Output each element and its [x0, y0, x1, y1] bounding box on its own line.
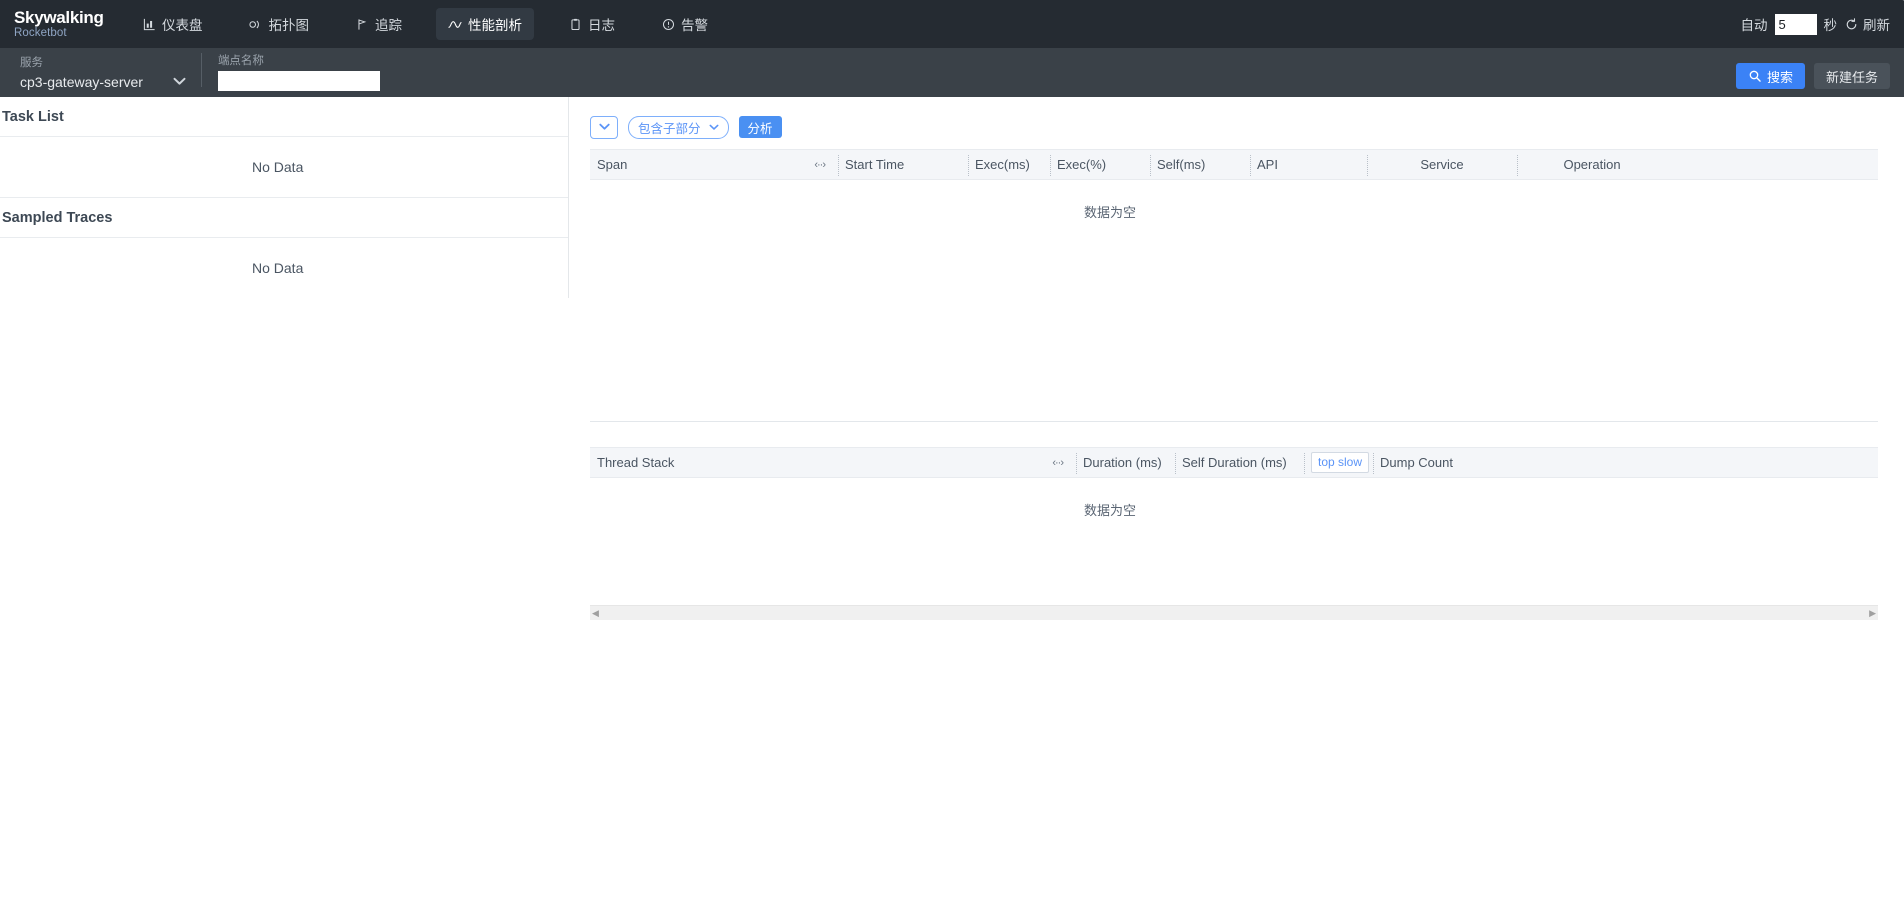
- endpoint-name-field: 端点名称: [217, 51, 396, 91]
- thread-stack-col-self-duration[interactable]: Self Duration (ms): [1175, 448, 1304, 477]
- span-table-col-exec-ms[interactable]: Exec(ms): [968, 150, 1050, 179]
- nav-label-logs: 日志: [588, 18, 615, 33]
- nav-item-logs[interactable]: 日志: [556, 8, 627, 40]
- nav-item-trace[interactable]: 追踪: [343, 8, 414, 40]
- span-table-col-api[interactable]: API: [1250, 150, 1367, 179]
- span-table-col-service[interactable]: Service: [1367, 150, 1517, 179]
- span-table: Span ‹··› Start Time Exec(ms) Exec(%) Se…: [590, 149, 1878, 421]
- chevron-down-icon: [598, 118, 610, 136]
- thread-stack-table-empty: 数据为空: [1083, 503, 1136, 518]
- span-table-empty: 数据为空: [1083, 205, 1136, 220]
- col-label-dump-count: Dump Count: [1380, 455, 1453, 470]
- top-slow-button[interactable]: top slow: [1311, 452, 1370, 473]
- nav-label-trace: 追踪: [375, 18, 402, 33]
- service-value: cp3-gateway-server: [20, 73, 143, 90]
- analysis-toolbar: 包含子部分 分析: [590, 97, 1878, 149]
- sampled-traces-title: Sampled Traces: [0, 198, 569, 238]
- chevron-down-icon: [709, 120, 719, 134]
- nav-item-topology[interactable]: 拓扑图: [237, 8, 322, 40]
- col-label-exec-pct: Exec(%): [1057, 157, 1107, 172]
- chevron-down-icon: [173, 73, 186, 91]
- thread-stack-table: Thread Stack ‹··› Duration (ms) Self Dur…: [590, 447, 1878, 598]
- filter-bar: 服务 cp3-gateway-server 端点名称 搜索 新建任务: [0, 48, 1904, 97]
- task-list-empty: No Data: [0, 137, 569, 198]
- service-selector[interactable]: 服务 cp3-gateway-server: [20, 51, 202, 91]
- logo-title: Skywalking: [14, 7, 104, 27]
- nav-item-alarm[interactable]: 告警: [649, 8, 720, 40]
- logo-subtitle: Rocketbot: [14, 26, 67, 39]
- thread-stack-table-body: 数据为空: [590, 478, 1878, 598]
- scroll-right-arrow-icon[interactable]: ▶: [1869, 608, 1876, 618]
- span-table-body: 数据为空: [590, 180, 1878, 421]
- sampled-traces-empty: No Data: [252, 259, 304, 276]
- service-label: 服务: [20, 57, 43, 70]
- span-table-col-self-ms[interactable]: Self(ms): [1150, 150, 1250, 179]
- auto-refresh-label: 自动: [1740, 18, 1768, 33]
- nav-label-alarm: 告警: [681, 18, 708, 33]
- filter-actions: 搜索 新建任务: [1735, 63, 1890, 89]
- span-table-col-span[interactable]: Span ‹··›: [590, 150, 838, 179]
- thread-stack-table-header: Thread Stack ‹··› Duration (ms) Self Dur…: [590, 447, 1878, 478]
- col-label-service: Service: [1420, 157, 1464, 172]
- col-label-duration: Duration (ms): [1083, 455, 1162, 470]
- nav-item-profile[interactable]: 性能剖析: [436, 8, 534, 40]
- analyze-button[interactable]: 分析: [738, 116, 782, 138]
- scroll-left-arrow-icon[interactable]: ◀: [592, 608, 599, 618]
- endpoint-name-input[interactable]: [217, 71, 380, 91]
- scope-select-value: 包含子部分: [638, 121, 701, 136]
- new-task-button[interactable]: 新建任务: [1813, 63, 1890, 89]
- col-label-thread-stack: Thread Stack: [597, 455, 675, 470]
- thread-stack-col-top-slow: top slow: [1304, 448, 1373, 477]
- refresh-circle-icon: [1844, 17, 1858, 31]
- clipboard-icon: [568, 17, 582, 31]
- thread-stack-col-dump-count[interactable]: Dump Count: [1373, 448, 1479, 477]
- span-table-col-exec-pct[interactable]: Exec(%): [1050, 150, 1150, 179]
- col-label-operation: Operation: [1563, 157, 1621, 172]
- col-label-self-ms: Self(ms): [1157, 157, 1206, 172]
- column-resize-handle[interactable]: ‹··›: [1052, 457, 1069, 469]
- column-resize-handle[interactable]: ‹··›: [814, 159, 831, 171]
- refresh-label: 刷新: [1863, 18, 1890, 33]
- alarm-bell-icon: [661, 17, 675, 31]
- span-table-col-start-time[interactable]: Start Time: [838, 150, 968, 179]
- endpoint-name-label: 端点名称: [217, 55, 264, 68]
- range-select[interactable]: [590, 115, 618, 139]
- section-divider: [590, 421, 1878, 422]
- search-button[interactable]: 搜索: [1735, 63, 1805, 89]
- trending-line-icon: [448, 17, 462, 31]
- thread-stack-col-duration[interactable]: Duration (ms): [1076, 448, 1175, 477]
- nav-label-dashboard: 仪表盘: [162, 18, 203, 33]
- task-list-title: Task List: [0, 97, 569, 137]
- nav-label-topology: 拓扑图: [268, 18, 310, 33]
- topology-icon: [249, 17, 263, 31]
- right-panel: 包含子部分 分析 Span ‹··› Start Time Exec(ms) E…: [569, 97, 1904, 904]
- col-label-span: Span: [597, 157, 628, 172]
- trace-flag-icon: [355, 17, 369, 31]
- span-table-col-operation[interactable]: Operation: [1517, 150, 1667, 179]
- bar-chart-icon: [142, 17, 156, 31]
- col-label-self-duration: Self Duration (ms): [1182, 455, 1287, 470]
- nav-label-profile: 性能剖析: [468, 18, 522, 33]
- col-label-exec-ms: Exec(ms): [975, 157, 1030, 172]
- refresh-interval-input[interactable]: [1774, 13, 1817, 35]
- search-button-label: 搜索: [1766, 69, 1793, 85]
- col-label-start-time: Start Time: [845, 157, 905, 172]
- nav-item-dashboard[interactable]: 仪表盘: [130, 8, 215, 40]
- nav-item-list: 仪表盘 拓扑图 追踪 性能剖析 日志 告警: [130, 0, 742, 48]
- left-panel: Task List No Data Sampled Traces No Data: [0, 97, 569, 904]
- refresh-button[interactable]: 刷新: [1844, 14, 1890, 34]
- horizontal-scrollbar[interactable]: ◀ ▶: [590, 605, 1878, 620]
- thread-stack-col-thread-stack[interactable]: Thread Stack ‹··›: [590, 448, 1076, 477]
- refresh-unit-label: 秒: [1823, 18, 1838, 33]
- search-icon: [1748, 69, 1762, 83]
- auto-refresh-controls: 自动 秒 刷新: [1740, 0, 1890, 48]
- scope-select[interactable]: 包含子部分: [628, 115, 729, 139]
- col-label-api: API: [1257, 157, 1278, 172]
- span-table-header: Span ‹··› Start Time Exec(ms) Exec(%) Se…: [590, 149, 1878, 180]
- content-area: Task List No Data Sampled Traces No Data…: [0, 97, 1904, 904]
- top-navigation-bar: Skywalking Rocketbot 仪表盘 拓扑图 追踪 性能剖析 日志 …: [0, 0, 1904, 48]
- app-logo[interactable]: Skywalking Rocketbot: [12, 0, 1904, 40]
